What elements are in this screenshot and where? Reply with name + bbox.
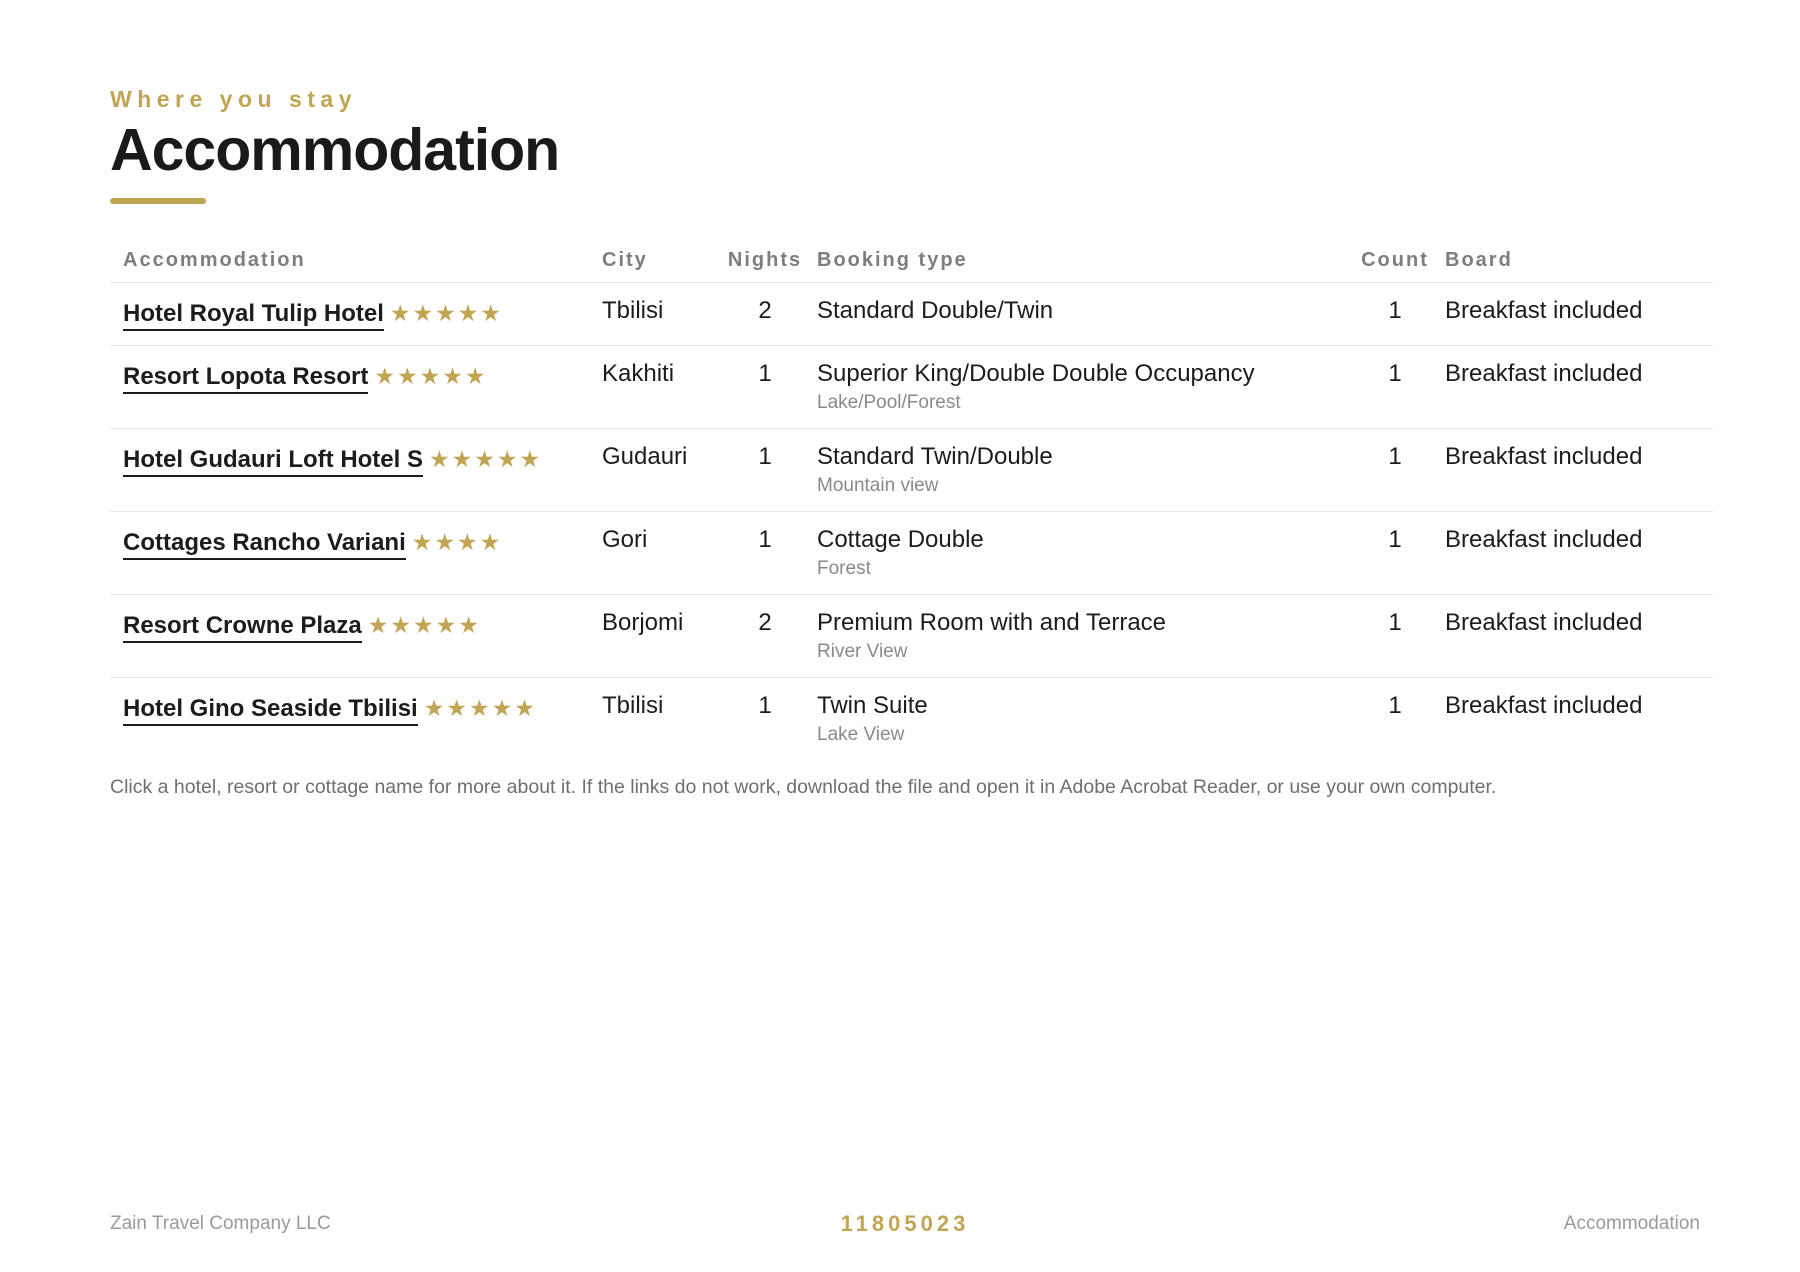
star-rating-icon: ★★★★★: [429, 447, 543, 473]
board-cell: Breakfast included: [1445, 692, 1643, 719]
hotel-link[interactable]: Resort Lopota Resort: [123, 363, 369, 394]
city-cell: Gudauri: [602, 428, 713, 512]
hotel-link[interactable]: Hotel Gudauri Loft Hotel S: [123, 446, 423, 477]
table-row: Hotel Gino Seaside Tbilisi ★★★★★ Tbilisi …: [110, 678, 1713, 761]
booking-type: Standard Twin/Double: [817, 443, 1053, 470]
board-cell: Breakfast included: [1445, 282, 1713, 346]
board-cell: Breakfast included: [1445, 428, 1713, 512]
star-rating-icon: ★★★★: [411, 530, 503, 556]
footer-section: Accommodation: [1563, 1213, 1700, 1234]
nights-cell: 2: [713, 594, 817, 678]
column-header-accommodation: Accommodation: [110, 240, 602, 283]
nights-cell: 2: [713, 282, 817, 346]
board-cell: Breakfast included: [1445, 345, 1713, 429]
column-header-city: City: [602, 240, 713, 283]
accommodation-cell: Hotel Gudauri Loft Hotel S ★★★★★: [110, 428, 602, 512]
column-header-board: Board: [1445, 240, 1713, 283]
booking-note: Forest: [817, 558, 871, 579]
star-rating-icon: ★★★★★: [374, 364, 488, 390]
city-cell: Tbilisi: [602, 282, 713, 346]
links-note: Click a hotel, resort or cottage name fo…: [110, 776, 1497, 798]
column-header-nights: Nights: [713, 240, 817, 283]
booking-type-cell: Standard Double/Twin: [817, 282, 1345, 346]
page: Where you stay Accommodation Accommodati…: [110, 0, 1713, 1272]
table-row: Resort Crowne Plaza ★★★★★ Borjomi 2 Premi…: [110, 594, 1713, 678]
accommodation-cell: Resort Crowne Plaza ★★★★★: [110, 594, 602, 678]
page-title: Accommodation: [110, 117, 560, 183]
booking-type: Premium Room with and Terrace: [817, 609, 1167, 636]
booking-type: Standard Double/Twin: [817, 297, 1054, 324]
nights-cell: 1: [713, 345, 817, 429]
count-cell: 1: [1345, 511, 1445, 595]
booking-type: Superior King/Double Double Occupancy: [817, 360, 1255, 387]
column-header-count: Count: [1345, 240, 1445, 283]
count-cell: 1: [1345, 345, 1445, 429]
booking-note: Lake View: [817, 724, 905, 745]
booking-type-cell: Twin Suite Lake View: [817, 678, 1345, 761]
accommodation-table: Accommodation City Nights Booking type C…: [110, 240, 1713, 760]
nights-cell: 1: [758, 692, 772, 719]
booking-note: River View: [817, 641, 908, 662]
board-cell: Breakfast included: [1445, 594, 1713, 678]
table-header-row: Accommodation City Nights Booking type C…: [110, 240, 1713, 283]
column-header-booking-type: Booking type: [817, 240, 1345, 283]
booking-type: Twin Suite: [817, 692, 928, 719]
booking-type-cell: Superior King/Double Double Occupancy La…: [817, 345, 1345, 429]
count-cell: 1: [1388, 692, 1402, 719]
star-rating-icon: ★★★★★: [389, 301, 504, 327]
table-row: Hotel Gudauri Loft Hotel S ★★★★★ Gudauri …: [110, 428, 1713, 512]
booking-type-cell: Premium Room with and Terrace River View: [817, 594, 1345, 678]
hotel-link[interactable]: Cottages Rancho Variani: [123, 529, 406, 560]
count-cell: 1: [1345, 282, 1445, 346]
title-underline: [110, 198, 206, 204]
table-row: Resort Lopota Resort ★★★★★ Kakhiti 1 Supe…: [110, 345, 1713, 429]
hotel-link[interactable]: Hotel Gino Seaside Tbilisi: [123, 695, 418, 726]
city-cell: Gori: [602, 511, 713, 595]
city-cell: Kakhiti: [602, 345, 713, 429]
section-eyebrow: Where you stay: [110, 86, 357, 112]
nights-cell: 1: [713, 428, 817, 512]
accommodation-cell: Resort Lopota Resort ★★★★★: [110, 345, 602, 429]
hotel-link[interactable]: Hotel Royal Tulip Hotel: [123, 300, 384, 331]
star-rating-icon: ★★★★★: [367, 613, 481, 639]
accommodation-cell: Hotel Gino Seaside Tbilisi ★★★★★: [110, 678, 602, 761]
hotel-link[interactable]: Resort Crowne Plaza: [123, 612, 362, 643]
count-cell: 1: [1345, 428, 1445, 512]
booking-type-cell: Standard Twin/Double Mountain view: [817, 428, 1345, 512]
booking-type-cell: Cottage Double Forest: [817, 511, 1345, 595]
count-cell: 1: [1345, 594, 1445, 678]
booking-type: Cottage Double: [817, 526, 984, 553]
table-row: Cottages Rancho Variani ★★★★ Gori 1 Cotta…: [110, 511, 1713, 595]
accommodation-cell: Cottages Rancho Variani ★★★★: [110, 511, 602, 595]
star-rating-icon: ★★★★★: [423, 696, 537, 722]
booking-note: Lake/Pool/Forest: [817, 392, 961, 413]
city-cell: Borjomi: [602, 594, 713, 678]
booking-note: Mountain view: [817, 475, 939, 496]
nights-cell: 1: [713, 511, 817, 595]
table-row: Hotel Royal Tulip Hotel ★★★★★ Tbilisi 2 S…: [110, 282, 1713, 346]
footer-reference: 11805023: [840, 1211, 970, 1236]
accommodation-cell: Hotel Royal Tulip Hotel ★★★★★: [110, 282, 602, 346]
city-cell: Tbilisi: [602, 692, 664, 719]
board-cell: Breakfast included: [1445, 511, 1713, 595]
